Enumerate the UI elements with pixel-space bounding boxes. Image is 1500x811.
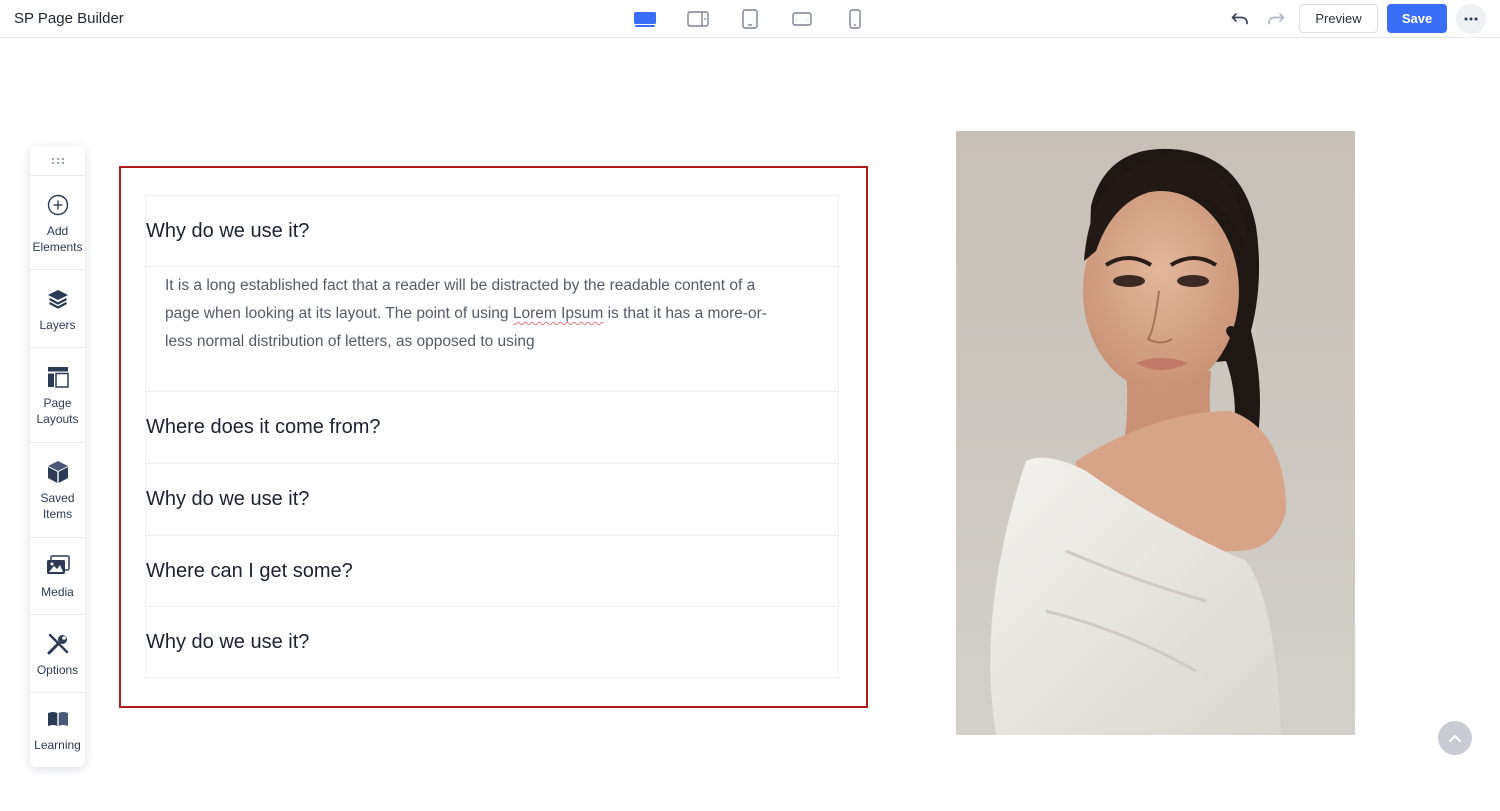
chevron-up-icon — [1449, 735, 1461, 742]
accordion-item-body: It is a long established fact that a rea… — [146, 267, 838, 392]
layers-icon — [46, 287, 70, 311]
accordion: Why do we use it? It is a long establish… — [145, 195, 839, 678]
sidebar-item-page-layouts[interactable]: Page Layouts — [30, 348, 85, 443]
tablet-device-icon[interactable] — [737, 8, 763, 30]
drag-handle-icon[interactable] — [30, 146, 85, 176]
undo-icon[interactable] — [1229, 8, 1251, 30]
mobile-device-icon[interactable] — [842, 8, 868, 30]
accordion-item-header[interactable]: Where can I get some? — [146, 536, 838, 607]
laptop-device-icon[interactable] — [685, 8, 711, 30]
accordion-item-header[interactable]: Where does it come from? — [146, 392, 838, 464]
wrench-screwdriver-icon — [46, 632, 70, 656]
box-icon — [46, 460, 70, 484]
ellipsis-icon — [1464, 17, 1478, 21]
sidebar-item-label: Learning — [34, 738, 81, 752]
sidebar-item-label: Add Elements — [32, 223, 83, 254]
sidebar-item-label: Saved Items — [40, 491, 75, 521]
sidebar-item-learning[interactable]: Learning — [30, 693, 85, 765]
sidebar-item-options[interactable]: Options — [30, 615, 85, 693]
accordion-item-header[interactable]: Why do we use it? — [146, 196, 838, 267]
sidebar-item-label: Page Layouts — [36, 396, 79, 426]
top-bar: SP Page Builder Preview Save — [0, 0, 1500, 38]
sidebar-item-add-elements[interactable]: Add Elements — [30, 176, 85, 270]
accordion-item-header[interactable]: Why do we use it? — [146, 607, 838, 677]
plus-circle-icon — [46, 193, 70, 217]
sidebar-item-layers[interactable]: Layers — [30, 270, 85, 348]
sidebar-item-saved-items[interactable]: Saved Items — [30, 443, 85, 538]
sidebar-item-media[interactable]: Media — [30, 538, 85, 615]
left-sidebar: Add Elements Layers Page Layouts Saved I… — [30, 146, 85, 767]
media-icon — [46, 554, 70, 578]
sidebar-item-label: Media — [41, 585, 74, 599]
sidebar-item-label: Layers — [39, 317, 76, 332]
preview-button[interactable]: Preview — [1299, 4, 1378, 33]
app-title: SP Page Builder — [14, 10, 124, 27]
save-button[interactable]: Save — [1387, 4, 1447, 33]
portrait-image — [956, 131, 1355, 735]
desktop-device-icon[interactable] — [632, 8, 658, 30]
redo-icon[interactable] — [1265, 8, 1287, 30]
book-icon — [46, 707, 70, 731]
tablet-landscape-device-icon[interactable] — [789, 8, 815, 30]
spellcheck-flagged-text: Lorem Ipsum — [512, 305, 604, 322]
accordion-item-header[interactable]: Why do we use it? — [146, 464, 838, 536]
scroll-to-top-button[interactable] — [1438, 721, 1472, 755]
page-layout-icon — [46, 365, 70, 389]
sidebar-item-label: Options — [36, 662, 79, 677]
more-options-button[interactable] — [1456, 4, 1486, 34]
